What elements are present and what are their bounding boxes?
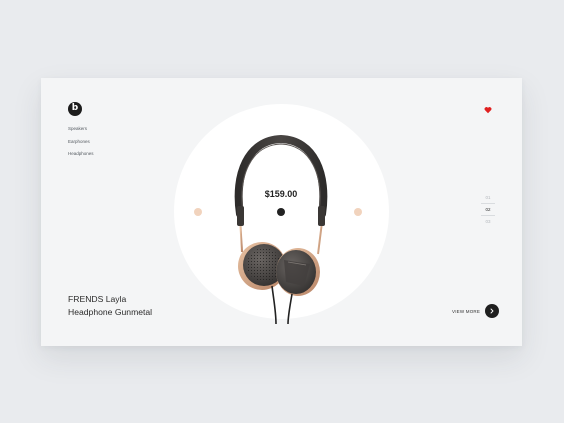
headphone-image <box>234 134 328 324</box>
heart-icon[interactable] <box>484 106 492 114</box>
product-name-line1: FRENDS Layla <box>68 294 127 304</box>
chevron-right-icon <box>490 308 494 314</box>
view-more-label: VIEW MORE <box>452 308 481 314</box>
carousel-prev-dot[interactable] <box>194 208 202 216</box>
page-item-03[interactable]: 03 <box>481 216 495 227</box>
product-title: FRENDS Layla Headphone Gunmetal <box>68 293 152 318</box>
nav-item-speakers[interactable]: Speakers <box>68 126 94 131</box>
page-item-01[interactable]: 01 <box>481 192 495 203</box>
page-item-02[interactable]: 02 <box>481 203 495 216</box>
arrow-button[interactable] <box>485 304 500 318</box>
nav-item-earphones[interactable]: Earphones <box>68 139 94 144</box>
category-nav: Speakers Earphones Headphones <box>68 126 94 164</box>
product-name-line2: Headphone Gunmetal <box>68 306 153 317</box>
nav-item-headphones[interactable]: Headphones <box>68 151 94 156</box>
view-more-button[interactable]: VIEW MORE <box>452 304 500 318</box>
pagination: 01 02 03 <box>481 192 495 227</box>
brand-logo[interactable]: b <box>68 102 82 116</box>
brand-logo-letter: b <box>71 103 79 113</box>
product-price: $159.00 <box>264 189 298 199</box>
carousel-next-dot[interactable] <box>354 208 362 216</box>
carousel-dot-active[interactable] <box>277 208 285 216</box>
product-card: b Speakers Earphones Headphones $159.00 … <box>41 78 522 346</box>
